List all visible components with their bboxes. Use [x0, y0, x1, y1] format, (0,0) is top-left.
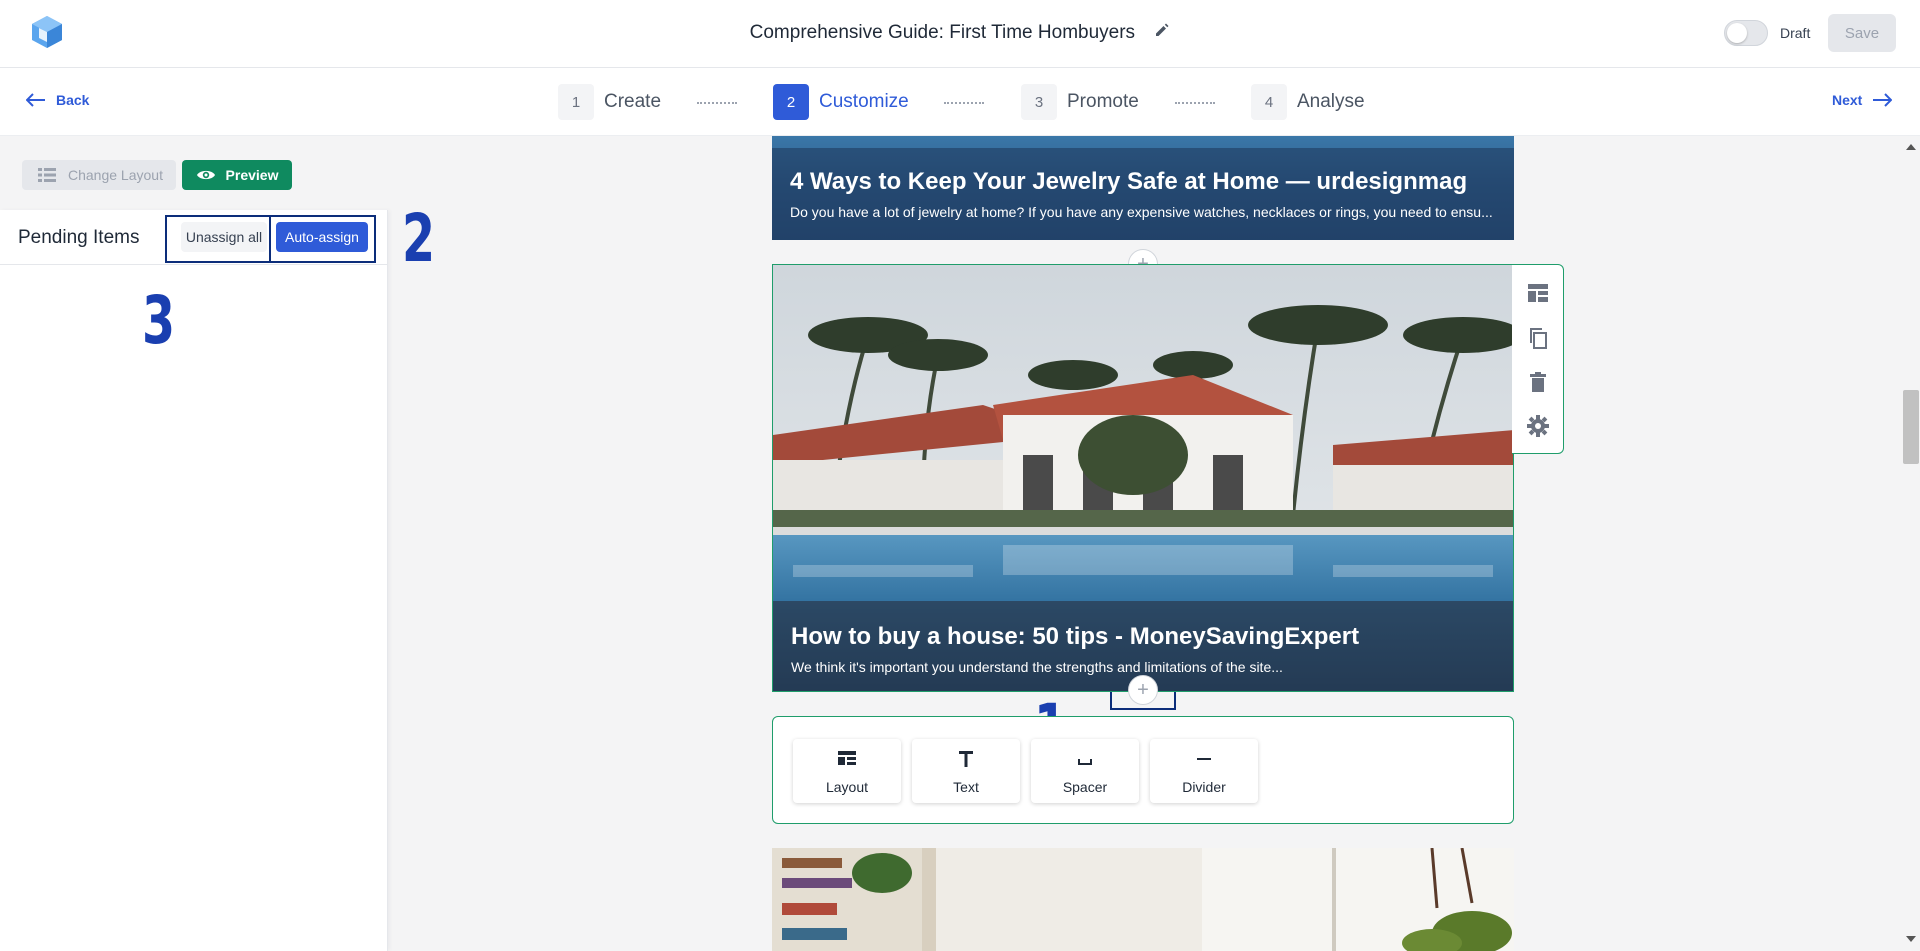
text-icon — [912, 751, 1020, 767]
step-customize[interactable]: 2 Customize — [773, 84, 909, 120]
highlight-box-autoassign — [269, 215, 376, 263]
arrow-right-icon — [1873, 93, 1893, 107]
save-button[interactable]: Save — [1828, 14, 1896, 52]
copy-icon[interactable] — [1527, 327, 1549, 354]
canvas-scrollbar[interactable] — [1902, 136, 1920, 951]
top-bar: Comprehensive Guide: First Time Hombuyer… — [0, 0, 1920, 68]
step-create[interactable]: 1 Create — [558, 84, 661, 120]
change-layout-label: Change Layout — [68, 167, 163, 183]
step-promote[interactable]: 3 Promote — [1021, 84, 1139, 120]
document-title-text: Comprehensive Guide: First Time Hombuyer… — [749, 22, 1136, 44]
next-label: Next — [1832, 92, 1863, 108]
draft-toggle[interactable] — [1724, 20, 1768, 46]
spacer-icon — [1031, 751, 1139, 767]
scroll-down-arrow-icon[interactable] — [1906, 936, 1916, 942]
insert-layout-button[interactable]: Layout — [793, 739, 901, 803]
draft-toggle-group: Draft — [1724, 20, 1810, 46]
arrow-left-icon — [26, 93, 45, 107]
scrollbar-thumb[interactable] — [1903, 390, 1919, 464]
draft-label: Draft — [1780, 25, 1811, 41]
step-label: Create — [604, 91, 662, 112]
annotation-number-2: 2 — [402, 200, 436, 277]
step-analyse[interactable]: 4 Analyse — [1251, 84, 1365, 120]
pending-items-panel: Pending Items Unassign all Auto-assign — [0, 210, 388, 951]
step-number: 4 — [1251, 84, 1287, 120]
stepper-bar: Back 1 Create 2 Customize 3 Promote 4 An… — [0, 68, 1920, 136]
highlight-box-unassign — [165, 215, 271, 263]
card-title: 4 Ways to Keep Your Jewelry Safe at Home… — [790, 168, 1468, 195]
content-card-house[interactable]: How to buy a house: 50 tips - MoneySavin… — [772, 264, 1514, 692]
insert-item-label: Divider — [1182, 779, 1226, 795]
preview-button[interactable]: Preview — [182, 160, 292, 190]
step-connector — [697, 102, 737, 104]
pencil-icon[interactable] — [1154, 22, 1170, 44]
change-layout-button[interactable]: Change Layout — [22, 160, 176, 190]
insert-text-button[interactable]: Text — [912, 739, 1020, 803]
step-label: Promote — [1067, 91, 1139, 112]
card-title: How to buy a house: 50 tips - MoneySavin… — [791, 623, 1360, 650]
content-card-interior[interactable] — [772, 848, 1514, 951]
step-connector — [1175, 102, 1215, 104]
editor-toolbar: Change Layout Preview — [22, 160, 292, 190]
gear-icon[interactable] — [1527, 415, 1549, 442]
content-card-jewelry[interactable]: 4 Ways to Keep Your Jewelry Safe at Home… — [772, 136, 1514, 240]
card-description: Do you have a lot of jewelry at home? If… — [790, 204, 1493, 220]
pending-items-title: Pending Items — [18, 227, 140, 248]
layout-icon — [793, 751, 901, 765]
insert-divider-button[interactable]: Divider — [1150, 739, 1258, 803]
step-number: 3 — [1021, 84, 1057, 120]
toggle-knob — [1727, 23, 1747, 43]
insert-item-label: Spacer — [1062, 779, 1108, 795]
document-title: Comprehensive Guide: First Time Hombuyer… — [0, 22, 1920, 44]
interior-image — [772, 848, 1514, 951]
scroll-up-arrow-icon[interactable] — [1906, 144, 1916, 150]
eye-icon — [196, 170, 215, 180]
layout-icon[interactable] — [1527, 283, 1549, 308]
insert-item-label: Text — [953, 779, 979, 795]
card-description: We think it's important you understand t… — [791, 659, 1283, 675]
add-block-button[interactable]: + — [1128, 675, 1158, 705]
preview-label: Preview — [225, 167, 279, 183]
step-label: Customize — [819, 91, 909, 112]
next-button[interactable]: Next — [1832, 92, 1893, 108]
block-tools — [1512, 264, 1564, 454]
back-label: Back — [56, 92, 90, 108]
step-label: Analyse — [1297, 91, 1365, 112]
step-number: 1 — [558, 84, 594, 120]
back-button[interactable]: Back — [26, 92, 89, 108]
annotation-number-3: 3 — [142, 282, 176, 359]
divider-icon — [1150, 751, 1258, 767]
step-connector — [944, 102, 984, 104]
insert-spacer-button[interactable]: Spacer — [1031, 739, 1139, 803]
insert-block-panel: Layout Text Spacer Divider — [772, 716, 1514, 824]
trash-icon[interactable] — [1527, 371, 1549, 398]
step-number: 2 — [773, 84, 809, 120]
list-icon — [38, 168, 56, 182]
insert-item-label: Layout — [825, 779, 869, 795]
